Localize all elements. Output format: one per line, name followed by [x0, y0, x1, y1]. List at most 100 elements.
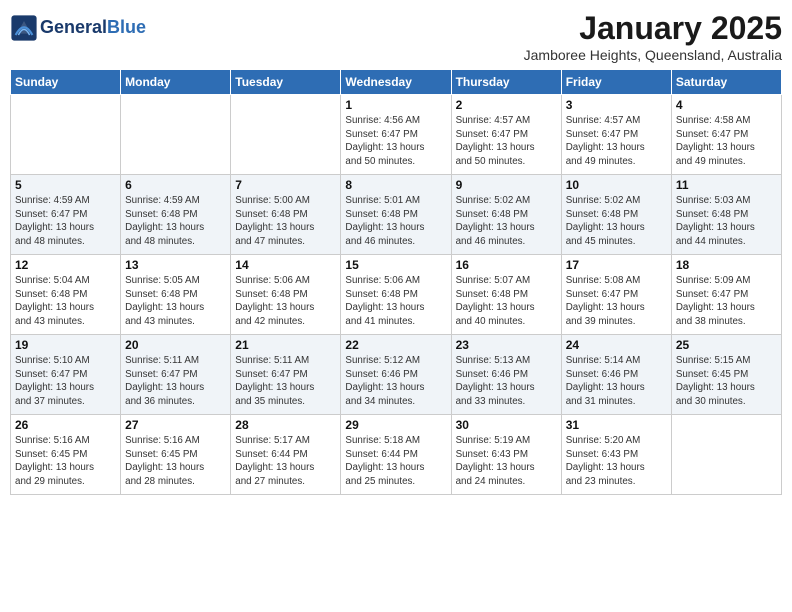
day-number: 4	[676, 98, 777, 112]
calendar-cell: 28 Sunrise: 5:17 AM Sunset: 6:44 PM Dayli…	[231, 415, 341, 495]
day-number: 31	[566, 418, 667, 432]
title-block: January 2025 Jamboree Heights, Queenslan…	[524, 10, 782, 63]
calendar-cell: 3Sunrise: 4:57 AM Sunset: 6:47 PM Daylig…	[561, 95, 671, 175]
day-detail: Sunrise: 5:11 AM Sunset: 6:47 PM Dayligh…	[235, 354, 336, 409]
day-detail: Sunrise: 5:07 AM Sunset: 6:48 PM Dayligh…	[456, 274, 557, 329]
day-number: 18	[676, 258, 777, 272]
day-number: 20	[125, 338, 226, 352]
day-number: 6	[125, 178, 226, 192]
calendar-cell: 6Sunrise: 4:59 AM Sunset: 6:48 PM Daylig…	[121, 175, 231, 255]
calendar-cell: 15 Sunrise: 5:06 AM Sunset: 6:48 PM Dayli…	[341, 255, 451, 335]
day-detail: Sunrise: 5:06 AM Sunset: 6:48 PM Dayligh…	[235, 274, 336, 329]
calendar-cell: 23 Sunrise: 5:13 AM Sunset: 6:46 PM Dayli…	[451, 335, 561, 415]
day-number: 25	[676, 338, 777, 352]
calendar-table: SundayMondayTuesdayWednesdayThursdayFrid…	[10, 69, 782, 495]
calendar-body: 1Sunrise: 4:56 AM Sunset: 6:47 PM Daylig…	[11, 95, 782, 495]
day-detail: Sunrise: 5:02 AM Sunset: 6:48 PM Dayligh…	[566, 194, 667, 249]
calendar-cell	[231, 95, 341, 175]
day-number: 9	[456, 178, 557, 192]
calendar-cell: 16Sunrise: 5:07 AM Sunset: 6:48 PM Dayli…	[451, 255, 561, 335]
day-detail: Sunrise: 5:08 AM Sunset: 6:47 PM Dayligh…	[566, 274, 667, 329]
calendar-cell: 18 Sunrise: 5:09 AM Sunset: 6:47 PM Dayli…	[671, 255, 781, 335]
calendar-cell: 22 Sunrise: 5:12 AM Sunset: 6:46 PM Dayli…	[341, 335, 451, 415]
day-detail: Sunrise: 4:58 AM Sunset: 6:47 PM Dayligh…	[676, 114, 777, 169]
day-number: 3	[566, 98, 667, 112]
day-detail: Sunrise: 5:00 AM Sunset: 6:48 PM Dayligh…	[235, 194, 336, 249]
calendar-cell: 1Sunrise: 4:56 AM Sunset: 6:47 PM Daylig…	[341, 95, 451, 175]
day-number: 13	[125, 258, 226, 272]
calendar-title: January 2025	[524, 10, 782, 47]
calendar-cell: 2Sunrise: 4:57 AM Sunset: 6:47 PM Daylig…	[451, 95, 561, 175]
day-number: 10	[566, 178, 667, 192]
day-detail: Sunrise: 5:17 AM Sunset: 6:44 PM Dayligh…	[235, 434, 336, 489]
weekday-sunday: Sunday	[11, 70, 121, 95]
day-number: 7	[235, 178, 336, 192]
day-number: 15	[345, 258, 446, 272]
day-detail: Sunrise: 5:20 AM Sunset: 6:43 PM Dayligh…	[566, 434, 667, 489]
day-number: 8	[345, 178, 446, 192]
day-detail: Sunrise: 4:59 AM Sunset: 6:47 PM Dayligh…	[15, 194, 116, 249]
day-detail: Sunrise: 4:57 AM Sunset: 6:47 PM Dayligh…	[456, 114, 557, 169]
day-detail: Sunrise: 5:14 AM Sunset: 6:46 PM Dayligh…	[566, 354, 667, 409]
day-detail: Sunrise: 5:06 AM Sunset: 6:48 PM Dayligh…	[345, 274, 446, 329]
week-row-3: 12Sunrise: 5:04 AM Sunset: 6:48 PM Dayli…	[11, 255, 782, 335]
day-detail: Sunrise: 5:16 AM Sunset: 6:45 PM Dayligh…	[125, 434, 226, 489]
day-number: 21	[235, 338, 336, 352]
logo-text: GeneralBlue	[40, 18, 146, 38]
calendar-cell: 27 Sunrise: 5:16 AM Sunset: 6:45 PM Dayli…	[121, 415, 231, 495]
calendar-cell: 13 Sunrise: 5:05 AM Sunset: 6:48 PM Dayli…	[121, 255, 231, 335]
calendar-cell: 24Sunrise: 5:14 AM Sunset: 6:46 PM Dayli…	[561, 335, 671, 415]
calendar-cell: 26Sunrise: 5:16 AM Sunset: 6:45 PM Dayli…	[11, 415, 121, 495]
calendar-cell: 30Sunrise: 5:19 AM Sunset: 6:43 PM Dayli…	[451, 415, 561, 495]
weekday-monday: Monday	[121, 70, 231, 95]
weekday-header-row: SundayMondayTuesdayWednesdayThursdayFrid…	[11, 70, 782, 95]
week-row-5: 26 Sunrise: 5:16 AM Sunset: 6:45 PM Dayli…	[11, 415, 782, 495]
calendar-subtitle: Jamboree Heights, Queensland, Australia	[524, 47, 782, 63]
calendar-cell: 5 Sunrise: 4:59 AM Sunset: 6:47 PM Daylig…	[11, 175, 121, 255]
day-detail: Sunrise: 5:04 AM Sunset: 6:48 PM Dayligh…	[15, 274, 116, 329]
calendar-cell	[11, 95, 121, 175]
day-number: 17	[566, 258, 667, 272]
day-number: 11	[676, 178, 777, 192]
calendar-cell: 11 Sunrise: 5:03 AM Sunset: 6:48 PM Dayli…	[671, 175, 781, 255]
weekday-tuesday: Tuesday	[231, 70, 341, 95]
week-row-2: 5 Sunrise: 4:59 AM Sunset: 6:47 PM Daylig…	[11, 175, 782, 255]
day-number: 28	[235, 418, 336, 432]
calendar-cell	[671, 415, 781, 495]
day-detail: Sunrise: 5:02 AM Sunset: 6:48 PM Dayligh…	[456, 194, 557, 249]
week-row-1: 1Sunrise: 4:56 AM Sunset: 6:47 PM Daylig…	[11, 95, 782, 175]
calendar-cell: 9 Sunrise: 5:02 AM Sunset: 6:48 PM Daylig…	[451, 175, 561, 255]
day-number: 5	[15, 178, 116, 192]
calendar-cell: 31 Sunrise: 5:20 AM Sunset: 6:43 PM Dayli…	[561, 415, 671, 495]
weekday-saturday: Saturday	[671, 70, 781, 95]
day-detail: Sunrise: 5:09 AM Sunset: 6:47 PM Dayligh…	[676, 274, 777, 329]
day-detail: Sunrise: 5:19 AM Sunset: 6:43 PM Dayligh…	[456, 434, 557, 489]
day-number: 22	[345, 338, 446, 352]
day-detail: Sunrise: 5:18 AM Sunset: 6:44 PM Dayligh…	[345, 434, 446, 489]
day-detail: Sunrise: 5:13 AM Sunset: 6:46 PM Dayligh…	[456, 354, 557, 409]
day-number: 27	[125, 418, 226, 432]
day-number: 23	[456, 338, 557, 352]
calendar-cell: 17 Sunrise: 5:08 AM Sunset: 6:47 PM Dayli…	[561, 255, 671, 335]
calendar-cell	[121, 95, 231, 175]
weekday-friday: Friday	[561, 70, 671, 95]
calendar-cell: 19 Sunrise: 5:10 AM Sunset: 6:47 PM Dayli…	[11, 335, 121, 415]
logo-icon	[10, 14, 38, 42]
calendar-cell: 20Sunrise: 5:11 AM Sunset: 6:47 PM Dayli…	[121, 335, 231, 415]
page-header: GeneralBlue January 2025 Jamboree Height…	[10, 10, 782, 63]
weekday-thursday: Thursday	[451, 70, 561, 95]
day-number: 26	[15, 418, 116, 432]
day-detail: Sunrise: 5:15 AM Sunset: 6:45 PM Dayligh…	[676, 354, 777, 409]
day-detail: Sunrise: 5:10 AM Sunset: 6:47 PM Dayligh…	[15, 354, 116, 409]
day-detail: Sunrise: 5:05 AM Sunset: 6:48 PM Dayligh…	[125, 274, 226, 329]
calendar-cell: 10 Sunrise: 5:02 AM Sunset: 6:48 PM Dayli…	[561, 175, 671, 255]
calendar-cell: 25 Sunrise: 5:15 AM Sunset: 6:45 PM Dayli…	[671, 335, 781, 415]
calendar-cell: 7 Sunrise: 5:00 AM Sunset: 6:48 PM Daylig…	[231, 175, 341, 255]
day-detail: Sunrise: 5:12 AM Sunset: 6:46 PM Dayligh…	[345, 354, 446, 409]
day-number: 19	[15, 338, 116, 352]
day-detail: Sunrise: 5:01 AM Sunset: 6:48 PM Dayligh…	[345, 194, 446, 249]
day-detail: Sunrise: 5:03 AM Sunset: 6:48 PM Dayligh…	[676, 194, 777, 249]
calendar-cell: 4 Sunrise: 4:58 AM Sunset: 6:47 PM Daylig…	[671, 95, 781, 175]
calendar-cell: 12Sunrise: 5:04 AM Sunset: 6:48 PM Dayli…	[11, 255, 121, 335]
day-number: 29	[345, 418, 446, 432]
